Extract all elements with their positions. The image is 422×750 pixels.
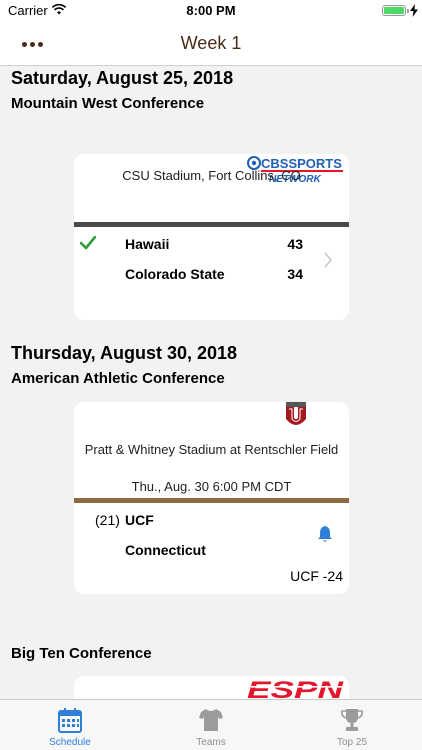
tab-teams[interactable]: Teams [141,700,281,750]
svg-text:ESPN: ESPN [247,678,344,699]
winner-check-icon [80,236,96,250]
tab-label: Teams [196,737,226,748]
team-score: 34 [287,266,303,282]
battery-icon [382,5,406,16]
tab-top-25[interactable]: Top 25 [282,700,422,750]
conference-heading: American Athletic Conference [11,370,225,387]
team-name: Hawaii [125,236,170,252]
tab-label: Top 25 [336,737,368,748]
tab-schedule[interactable]: Schedule [0,700,140,750]
team-name: UCF [125,512,154,528]
card-divider [74,498,349,503]
game-card[interactable]: Pratt & Whitney Stadium at Rentschler Fi… [74,402,349,594]
calendar-icon [58,708,82,733]
battery-cap [407,9,409,13]
espnu-logo [286,402,306,425]
conference-heading: Mountain West Conference [11,95,205,112]
venue-label: CSU Stadium, Fort Collins, CO [122,168,301,183]
clock: 8:00 PM [186,3,236,18]
section-date: Thursday, August 30, 2018 [11,343,238,363]
section-date: Saturday, August 25, 2018 [11,68,234,88]
team-name: Colorado State [125,266,225,282]
charging-bolt-icon [410,4,418,17]
status-bar: Carrier 8:00 PM [0,0,422,22]
team-name: Connecticut [125,542,206,558]
chevron-right-icon [324,252,333,268]
bell-icon[interactable] [317,525,333,543]
team-rank: (21) [95,512,120,528]
point-spread: UCF -24 [290,568,343,584]
tab-bar: Schedule Teams Top 25 [0,699,422,750]
tab-label: Schedule [49,737,91,748]
nav-bar: Week 1 [0,22,422,66]
conference-heading: Big Ten Conference [11,645,152,662]
kickoff-time: Thu., Aug. 30 6:00 PM CDT [131,479,292,494]
page-title: Week 1 [180,33,242,53]
game-card[interactable]: CBSSPORTS NETWORK CSU Stadium, Fort Coll… [74,154,349,320]
trophy-icon [341,709,363,731]
game-card[interactable]: ESPN [74,676,349,699]
venue-label: Pratt & Whitney Stadium at Rentschler Fi… [84,442,339,457]
card-divider [74,222,349,227]
espn-logo: ESPN [247,678,344,699]
schedule-list[interactable]: Saturday, August 25, 2018 Mountain West … [0,66,422,699]
team-score: 43 [287,236,303,252]
jersey-icon [199,709,223,731]
